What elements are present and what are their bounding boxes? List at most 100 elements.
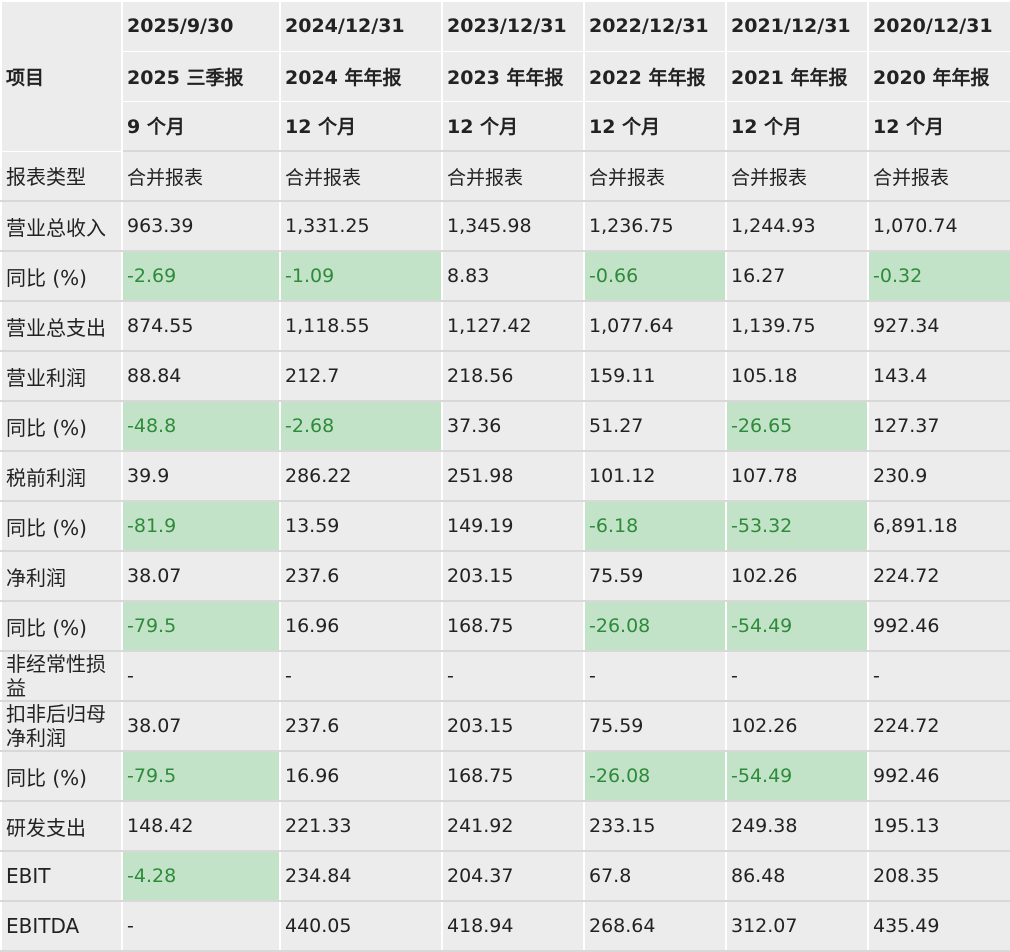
table-cell: -4.28 bbox=[121, 851, 281, 902]
row-label: 扣非后归母净利润 bbox=[0, 701, 123, 752]
table-cell: 16.27 bbox=[725, 251, 869, 302]
table-row: 税前利润 39.9 286.22 251.98 101.12 107.78 230.9 bbox=[0, 451, 1010, 502]
table-row: 净利润 38.07 237.6 203.15 75.59 102.26 224.72 bbox=[0, 551, 1010, 602]
column-period: 9 个月 bbox=[121, 100, 281, 152]
table-cell: 224.72 bbox=[867, 701, 1010, 752]
table-cell: 1,118.55 bbox=[279, 301, 443, 352]
table-cell: 合并报表 bbox=[725, 151, 869, 202]
table-cell: 992.46 bbox=[867, 601, 1010, 652]
table-cell: 1,331.25 bbox=[279, 201, 443, 252]
column-date: 2022/12/31 bbox=[583, 0, 727, 52]
table-cell: - bbox=[725, 651, 869, 702]
row-label-text: 非经常性损益 bbox=[6, 652, 106, 700]
table-cell: -54.49 bbox=[725, 751, 869, 802]
table-cell: 241.92 bbox=[441, 801, 585, 852]
table-cell: 418.94 bbox=[441, 901, 585, 952]
table-row: 研发支出 148.42 221.33 241.92 233.15 249.38 195.13 bbox=[0, 801, 1010, 852]
column-period: 12 个月 bbox=[867, 100, 1010, 152]
table-cell: 963.39 bbox=[121, 201, 281, 252]
table-cell: 合并报表 bbox=[583, 151, 727, 202]
table-cell: 440.05 bbox=[279, 901, 443, 952]
table-cell: 435.49 bbox=[867, 901, 1010, 952]
table-body: 报表类型 合并报表 合并报表 合并报表 合并报表 合并报表 合并报表 营业总收入 963.39 1… bbox=[0, 151, 1010, 952]
table-cell: 195.13 bbox=[867, 801, 1010, 852]
table-cell: -26.65 bbox=[725, 401, 869, 452]
table-cell: 237.6 bbox=[279, 551, 443, 602]
table-cell: 75.59 bbox=[583, 701, 727, 752]
table-cell: -26.08 bbox=[583, 751, 727, 802]
table-cell: 249.38 bbox=[725, 801, 869, 852]
row-label: 同比 (%) bbox=[0, 501, 123, 552]
item-column-header: 项目 bbox=[0, 0, 123, 152]
table-cell: 168.75 bbox=[441, 601, 585, 652]
table-cell: - bbox=[583, 651, 727, 702]
table-cell: 1,127.42 bbox=[441, 301, 585, 352]
table-cell: 230.9 bbox=[867, 451, 1010, 502]
table-cell: - bbox=[121, 651, 281, 702]
table-cell: 218.56 bbox=[441, 351, 585, 402]
column-period: 12 个月 bbox=[279, 100, 443, 152]
table-cell: 102.26 bbox=[725, 701, 869, 752]
table-cell: -2.68 bbox=[279, 401, 443, 452]
table-cell: 合并报表 bbox=[121, 151, 281, 202]
row-label: 报表类型 bbox=[0, 151, 123, 202]
table-cell: -1.09 bbox=[279, 251, 443, 302]
column-report-type: 2025 三季报 bbox=[121, 50, 281, 102]
row-label: 净利润 bbox=[0, 551, 123, 602]
table-cell: 992.46 bbox=[867, 751, 1010, 802]
table-cell: 16.96 bbox=[279, 601, 443, 652]
table-cell: 251.98 bbox=[441, 451, 585, 502]
row-label: 研发支出 bbox=[0, 801, 123, 852]
row-label: 税前利润 bbox=[0, 451, 123, 502]
table-cell: 51.27 bbox=[583, 401, 727, 452]
table-cell: -79.5 bbox=[121, 751, 281, 802]
column-date: 2024/12/31 bbox=[279, 0, 443, 52]
table-row: 扣非后归母净利润 38.07 237.6 203.15 75.59 102.26 224.7… bbox=[0, 701, 1010, 752]
table-cell: 203.15 bbox=[441, 701, 585, 752]
row-label: 非经常性损益 bbox=[0, 651, 123, 702]
column-date: 2021/12/31 bbox=[725, 0, 869, 52]
table-cell: 203.15 bbox=[441, 551, 585, 602]
table-cell: 1,077.64 bbox=[583, 301, 727, 352]
table-row: 同比 (%) -81.9 13.59 149.19 -6.18 -53.32 6,891.1… bbox=[0, 501, 1010, 552]
row-label: 营业利润 bbox=[0, 351, 123, 402]
row-label: 同比 (%) bbox=[0, 601, 123, 652]
table-cell: 38.07 bbox=[121, 551, 281, 602]
table-cell: 合并报表 bbox=[867, 151, 1010, 202]
table-cell: 合并报表 bbox=[279, 151, 443, 202]
table-cell: 1,236.75 bbox=[583, 201, 727, 252]
table-cell: 312.07 bbox=[725, 901, 869, 952]
table-cell: 148.42 bbox=[121, 801, 281, 852]
column-report-type: 2024 年年报 bbox=[279, 50, 443, 102]
table-cell: 16.96 bbox=[279, 751, 443, 802]
column-report-type: 2020 年年报 bbox=[867, 50, 1010, 102]
table-cell: 101.12 bbox=[583, 451, 727, 502]
table-cell: 234.84 bbox=[279, 851, 443, 902]
table-row: 同比 (%) -79.5 16.96 168.75 -26.08 -54.49 992.46 bbox=[0, 601, 1010, 652]
table-cell: 212.7 bbox=[279, 351, 443, 402]
table-cell: 874.55 bbox=[121, 301, 281, 352]
table-cell: -54.49 bbox=[725, 601, 869, 652]
table-cell: -79.5 bbox=[121, 601, 281, 652]
row-label: 同比 (%) bbox=[0, 751, 123, 802]
table-cell: -6.18 bbox=[583, 501, 727, 552]
table-cell: 237.6 bbox=[279, 701, 443, 752]
table-cell: 127.37 bbox=[867, 401, 1010, 452]
table-cell: 88.84 bbox=[121, 351, 281, 402]
table-cell: 221.33 bbox=[279, 801, 443, 852]
header-row-date: 项目 2025/9/30 2024/12/31 2023/12/31 2022/… bbox=[0, 0, 1010, 152]
row-label: 营业总支出 bbox=[0, 301, 123, 352]
table-cell: 67.8 bbox=[583, 851, 727, 902]
table-cell: 927.34 bbox=[867, 301, 1010, 352]
table-cell: 268.64 bbox=[583, 901, 727, 952]
row-label: 同比 (%) bbox=[0, 401, 123, 452]
column-report-type: 2023 年年报 bbox=[441, 50, 585, 102]
column-report-type: 2021 年年报 bbox=[725, 50, 869, 102]
row-label: EBITDA bbox=[0, 901, 123, 952]
financial-summary-table: 项目 2025/9/30 2024/12/31 2023/12/31 2022/… bbox=[0, 0, 1010, 952]
table-cell: 39.9 bbox=[121, 451, 281, 502]
table-row: 营业总支出 874.55 1,118.55 1,127.42 1,077.64 1,139… bbox=[0, 301, 1010, 352]
table-row: 同比 (%) -79.5 16.96 168.75 -26.08 -54.49 992.46 bbox=[0, 751, 1010, 802]
table-cell: 75.59 bbox=[583, 551, 727, 602]
table-row: EBIT -4.28 234.84 204.37 67.8 86.48 208.35 bbox=[0, 851, 1010, 902]
